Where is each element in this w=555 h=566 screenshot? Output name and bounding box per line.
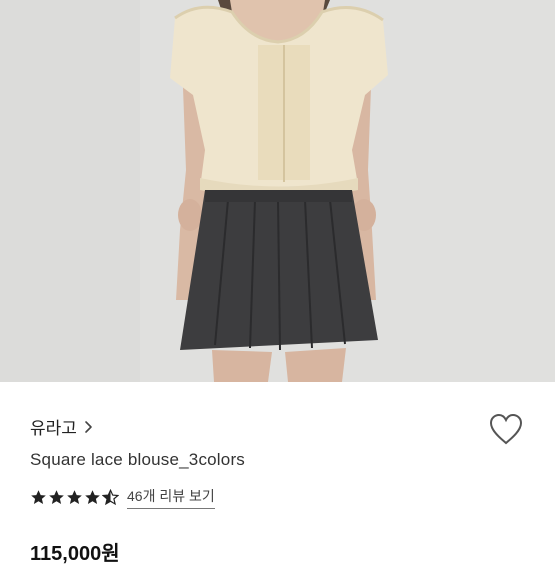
product-image[interactable] [0, 0, 555, 382]
star-filled-icon [85, 490, 100, 504]
review-count-link[interactable]: 46개 리뷰 보기 [127, 486, 215, 509]
chevron-right-icon [85, 420, 92, 433]
star-filled-icon [67, 490, 82, 504]
seller-link[interactable]: 유라고 [30, 414, 93, 439]
seller-name: 유라고 [30, 419, 77, 438]
product-price: 115,000원 [30, 543, 120, 565]
rating-row: 46개 리뷰 보기 [30, 486, 215, 509]
rating-stars [30, 489, 119, 506]
product-title: Square lace blouse_3colors [30, 450, 246, 469]
product-info-panel: 유라고 Square lace blouse_3colors 46개 리뷰 보기… [0, 382, 555, 565]
heart-outline-icon[interactable] [488, 412, 524, 446]
product-photo-illustration [0, 0, 555, 382]
star-filled-icon [31, 490, 46, 504]
star-half-icon [102, 489, 119, 506]
star-filled-icon [49, 490, 64, 504]
